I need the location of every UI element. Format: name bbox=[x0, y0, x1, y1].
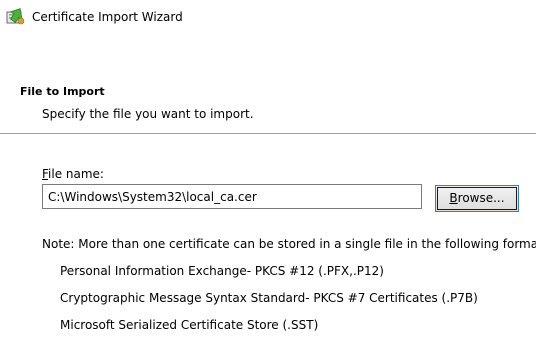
format-item-p7b: Cryptographic Message Syntax Standard- P… bbox=[60, 291, 478, 305]
formats-list: Personal Information Exchange- PKCS #12 … bbox=[60, 264, 478, 345]
certificate-wizard-icon bbox=[6, 6, 28, 26]
page-title: File to Import bbox=[20, 85, 105, 98]
file-name-label: File name: bbox=[42, 167, 104, 181]
browse-button[interactable]: Browse... bbox=[435, 185, 519, 212]
file-name-input[interactable] bbox=[42, 184, 422, 209]
formats-note: Note: More than one certificate can be s… bbox=[42, 237, 536, 251]
page-subtitle: Specify the file you want to import. bbox=[42, 107, 254, 121]
format-item-sst: Microsoft Serialized Certificate Store (… bbox=[60, 318, 319, 332]
format-item-pfx: Personal Information Exchange- PKCS #12 … bbox=[60, 264, 384, 278]
header-divider bbox=[0, 133, 536, 134]
title-bar: Certificate Import Wizard bbox=[0, 0, 536, 34]
window-title: Certificate Import Wizard bbox=[32, 10, 183, 24]
